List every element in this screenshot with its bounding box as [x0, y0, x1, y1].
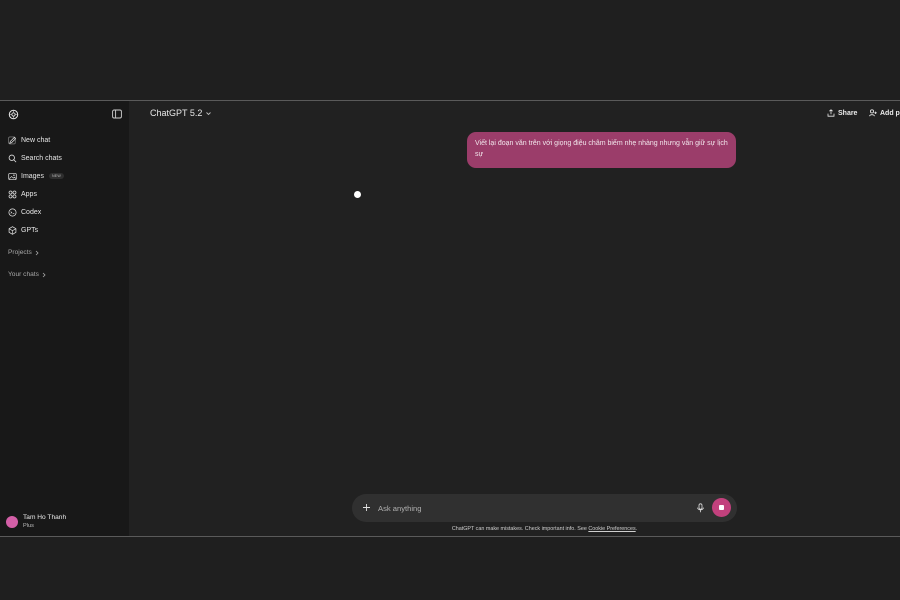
sidebar: New chat Search chats Images NEW Apps Co…: [0, 101, 129, 536]
sidebar-item-apps[interactable]: Apps: [0, 186, 129, 202]
sidebar-item-new-chat[interactable]: New chat: [0, 132, 129, 148]
gpts-icon: [8, 225, 17, 235]
add-person-icon: [869, 109, 877, 117]
avatar: [6, 516, 18, 528]
your-chats-label: Your chats: [8, 271, 39, 278]
app-window: New chat Search chats Images NEW Apps Co…: [0, 100, 900, 537]
user-message-bubble: Viết lại đoạn văn trên với giọng điệu ch…: [467, 132, 736, 168]
sidebar-item-label: New chat: [21, 136, 51, 144]
microphone-icon[interactable]: [696, 503, 705, 513]
user-info: Tam Ho Thanh Plus: [23, 514, 66, 530]
user-name: Tam Ho Thanh: [23, 514, 67, 521]
chevron-right-icon: [42, 272, 46, 277]
share-label: Share: [838, 109, 858, 117]
new-chat-icon: [8, 136, 17, 144]
apps-icon: [8, 190, 17, 198]
sidebar-item-codex[interactable]: Codex: [0, 204, 129, 220]
share-button[interactable]: Share: [827, 109, 857, 117]
composer: [352, 494, 737, 522]
letterbox-top: [0, 0, 900, 100]
sidebar-item-label: GPTs: [21, 226, 39, 234]
prompt-input[interactable]: [378, 501, 678, 515]
projects-section-toggle[interactable]: Projects: [8, 249, 40, 256]
add-people-button[interactable]: Add p: [869, 109, 900, 117]
sidebar-top: [0, 106, 129, 122]
sidebar-item-images[interactable]: Images NEW: [0, 168, 129, 184]
codex-icon: [8, 208, 17, 216]
sidebar-item-gpts[interactable]: GPTs: [0, 222, 129, 238]
stop-icon: [719, 505, 724, 510]
openai-logo-icon[interactable]: [8, 109, 19, 120]
disclaimer-text: ChatGPT can make mistakes. Check importa…: [451, 526, 589, 532]
new-badge: NEW: [48, 173, 64, 179]
sidebar-item-label: Images: [21, 172, 44, 180]
sidebar-item-label: Codex: [21, 208, 42, 216]
sidebar-item-label: Apps: [21, 190, 37, 198]
projects-label: Projects: [8, 249, 32, 256]
images-icon: [8, 172, 17, 180]
chevron-right-icon: [35, 250, 39, 255]
sidebar-toggle-icon[interactable]: [112, 109, 122, 119]
sidebar-item-label: Search chats: [21, 154, 62, 162]
typing-indicator-dot: [354, 191, 361, 198]
search-icon: [8, 154, 17, 162]
stop-generating-button[interactable]: [712, 498, 731, 517]
share-icon: [827, 109, 835, 117]
chevron-down-icon: [206, 111, 212, 115]
your-chats-section-toggle[interactable]: Your chats: [8, 271, 47, 278]
user-plan: Plus: [23, 523, 34, 529]
user-profile-button[interactable]: Tam Ho Thanh Plus: [6, 514, 66, 530]
sidebar-item-search-chats[interactable]: Search chats: [0, 150, 129, 166]
disclaimer-suffix: .: [635, 526, 638, 532]
model-selector[interactable]: ChatGPT 5.2: [150, 108, 212, 118]
model-title: ChatGPT 5.2: [150, 108, 203, 118]
cookie-preferences-link[interactable]: Cookie Preferences: [588, 526, 635, 532]
letterbox-bottom: [0, 537, 900, 600]
add-people-label: Add p: [880, 109, 900, 117]
plus-icon[interactable]: [362, 503, 371, 512]
disclaimer: ChatGPT can make mistakes. Check importa…: [352, 526, 737, 532]
